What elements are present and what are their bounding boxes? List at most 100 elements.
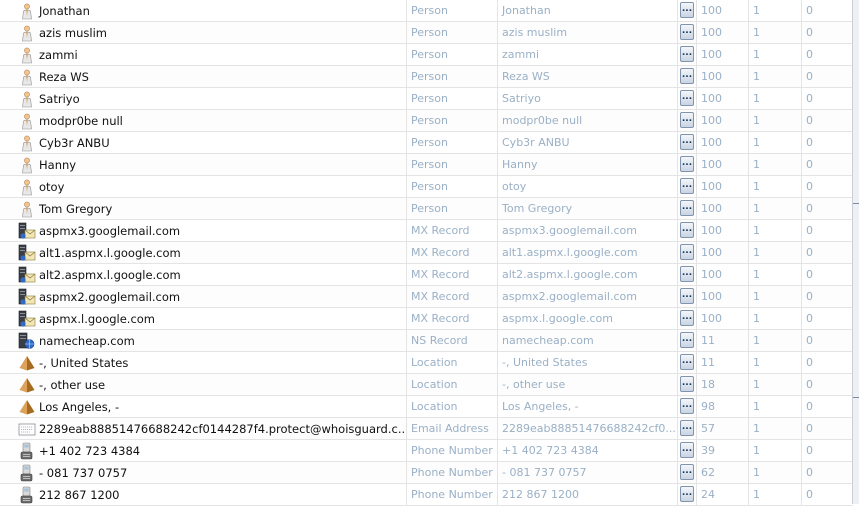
table-row[interactable]: namecheap.com NS Record namecheap.com ..… [0, 330, 853, 352]
table-row[interactable]: Hanny Person Hanny ... 100 1 0 [0, 154, 853, 176]
table-row[interactable]: Satriyo Person Satriyo ... 100 1 0 [0, 88, 853, 110]
table-row[interactable]: aspmx2.googlemail.com MX Record aspmx2.g… [0, 286, 853, 308]
entity-type-cell: Person [406, 88, 497, 109]
edit-value-button[interactable]: ... [680, 420, 694, 436]
entity-value-cell[interactable]: namecheap.com [497, 330, 677, 351]
entity-value-cell[interactable]: Satriyo [497, 88, 677, 109]
edit-value-button[interactable]: ... [680, 442, 694, 458]
entity-value-cell[interactable]: Reza WS [497, 66, 677, 87]
edit-value-button[interactable]: ... [680, 200, 694, 216]
edit-value-button[interactable]: ... [680, 244, 694, 260]
entity-value-cell[interactable]: aspmx.l.google.com [497, 308, 677, 329]
entity-name-cell[interactable]: zammi [0, 44, 406, 65]
edit-value-button[interactable]: ... [680, 46, 694, 62]
entity-name-cell[interactable]: - 081 737 0757 [0, 462, 406, 483]
entity-name-cell[interactable]: otoy [0, 176, 406, 197]
edit-value-cell: ... [677, 308, 696, 329]
entity-value-cell[interactable]: Hanny [497, 154, 677, 175]
entity-value-cell[interactable]: - 081 737 0757 [497, 462, 677, 483]
table-row[interactable]: modpr0be null Person modpr0be null ... 1… [0, 110, 853, 132]
entity-name-cell[interactable]: 2289eab88851476688242cf0144287f4.protect… [0, 418, 406, 439]
entity-name-cell[interactable]: namecheap.com [0, 330, 406, 351]
edit-value-button[interactable]: ... [680, 178, 694, 194]
entity-name: 2289eab88851476688242cf0144287f4.protect… [39, 422, 406, 436]
entity-value-cell[interactable]: -, United States [497, 352, 677, 373]
edit-value-button[interactable]: ... [680, 112, 694, 128]
entity-value-cell[interactable]: modpr0be null [497, 110, 677, 131]
table-row[interactable]: -, United States Location -, United Stat… [0, 352, 853, 374]
outgoing-count-cell: 0 [801, 462, 853, 483]
entity-value-cell[interactable]: zammi [497, 44, 677, 65]
entity-name: 212 867 1200 [39, 488, 120, 502]
edit-value-button[interactable]: ... [680, 24, 694, 40]
table-row[interactable]: otoy Person otoy ... 100 1 0 [0, 176, 853, 198]
edit-value-button[interactable]: ... [680, 68, 694, 84]
entity-name-cell[interactable]: Cyb3r ANBU [0, 132, 406, 153]
table-row[interactable]: alt2.aspmx.l.google.com MX Record alt2.a… [0, 264, 853, 286]
table-row[interactable]: aspmx.l.google.com MX Record aspmx.l.goo… [0, 308, 853, 330]
entity-value-cell[interactable]: 212 867 1200 [497, 484, 677, 505]
edit-value-button[interactable]: ... [680, 398, 694, 414]
entity-value-cell[interactable]: Tom Gregory [497, 198, 677, 219]
table-row[interactable]: aspmx3.googlemail.com MX Record aspmx3.g… [0, 220, 853, 242]
entity-name-cell[interactable]: Los Angeles, - [0, 396, 406, 417]
table-row[interactable]: 2289eab88851476688242cf0144287f4.protect… [0, 418, 853, 440]
weight-cell: 24 [696, 484, 748, 505]
edit-value-button[interactable]: ... [680, 376, 694, 392]
entity-name-cell[interactable]: alt2.aspmx.l.google.com [0, 264, 406, 285]
entity-value-cell[interactable]: 2289eab88851476688242cf0... [497, 418, 677, 439]
edit-value-button[interactable]: ... [680, 2, 694, 18]
outgoing-count-cell: 0 [801, 44, 853, 65]
entity-value-cell[interactable]: Los Angeles, - [497, 396, 677, 417]
entity-value-cell[interactable]: aspmx2.googlemail.com [497, 286, 677, 307]
table-row[interactable]: azis muslim Person azis muslim ... 100 1… [0, 22, 853, 44]
entity-name-cell[interactable]: Jonathan [0, 0, 406, 21]
entity-name-cell[interactable]: Reza WS [0, 66, 406, 87]
entity-name-cell[interactable]: -, United States [0, 352, 406, 373]
edit-value-button[interactable]: ... [680, 332, 694, 348]
edit-value-button[interactable]: ... [680, 464, 694, 480]
table-row[interactable]: - 081 737 0757 Phone Number - 081 737 07… [0, 462, 853, 484]
entity-value-cell[interactable]: Cyb3r ANBU [497, 132, 677, 153]
entity-value-cell[interactable]: otoy [497, 176, 677, 197]
entity-value-cell[interactable]: Jonathan [497, 0, 677, 21]
entity-name-cell[interactable]: 212 867 1200 [0, 484, 406, 505]
entity-name-cell[interactable]: aspmx3.googlemail.com [0, 220, 406, 241]
edit-value-button[interactable]: ... [680, 288, 694, 304]
entity-value-cell[interactable]: alt2.aspmx.l.google.com [497, 264, 677, 285]
edit-value-button[interactable]: ... [680, 310, 694, 326]
table-row[interactable]: Reza WS Person Reza WS ... 100 1 0 [0, 66, 853, 88]
entity-value-cell[interactable]: aspmx3.googlemail.com [497, 220, 677, 241]
entity-name-cell[interactable]: Hanny [0, 154, 406, 175]
table-row[interactable]: Jonathan Person Jonathan ... 100 1 0 [0, 0, 853, 22]
entity-value-cell[interactable]: azis muslim [497, 22, 677, 43]
entity-value-cell[interactable]: alt1.aspmx.l.google.com [497, 242, 677, 263]
entity-name-cell[interactable]: Satriyo [0, 88, 406, 109]
table-row[interactable]: +1 402 723 4384 Phone Number +1 402 723 … [0, 440, 853, 462]
table-row[interactable]: alt1.aspmx.l.google.com MX Record alt1.a… [0, 242, 853, 264]
entity-name-cell[interactable]: azis muslim [0, 22, 406, 43]
entity-name-cell[interactable]: Tom Gregory [0, 198, 406, 219]
entity-name-cell[interactable]: aspmx.l.google.com [0, 308, 406, 329]
table-row[interactable]: Cyb3r ANBU Person Cyb3r ANBU ... 100 1 0 [0, 132, 853, 154]
table-row[interactable]: Los Angeles, - Location Los Angeles, - .… [0, 396, 853, 418]
entity-name-cell[interactable]: aspmx2.googlemail.com [0, 286, 406, 307]
entity-name-cell[interactable]: alt1.aspmx.l.google.com [0, 242, 406, 263]
entity-value-cell[interactable]: -, other use [497, 374, 677, 395]
edit-value-button[interactable]: ... [680, 354, 694, 370]
entity-name-cell[interactable]: modpr0be null [0, 110, 406, 131]
table-row[interactable]: 212 867 1200 Phone Number 212 867 1200 .… [0, 484, 853, 506]
table-row[interactable]: Tom Gregory Person Tom Gregory ... 100 1… [0, 198, 853, 220]
edit-value-button[interactable]: ... [680, 134, 694, 150]
edit-value-button[interactable]: ... [680, 90, 694, 106]
edit-value-button[interactable]: ... [680, 266, 694, 282]
table-row[interactable]: -, other use Location -, other use ... 1… [0, 374, 853, 396]
edit-value-button[interactable]: ... [680, 486, 694, 502]
table-row[interactable]: zammi Person zammi ... 100 1 0 [0, 44, 853, 66]
entity-name-cell[interactable]: -, other use [0, 374, 406, 395]
entity-value-cell[interactable]: +1 402 723 4384 [497, 440, 677, 461]
edit-value-button[interactable]: ... [680, 156, 694, 172]
entity-type-cell: Email Address [406, 418, 497, 439]
edit-value-button[interactable]: ... [680, 222, 694, 238]
entity-name-cell[interactable]: +1 402 723 4384 [0, 440, 406, 461]
